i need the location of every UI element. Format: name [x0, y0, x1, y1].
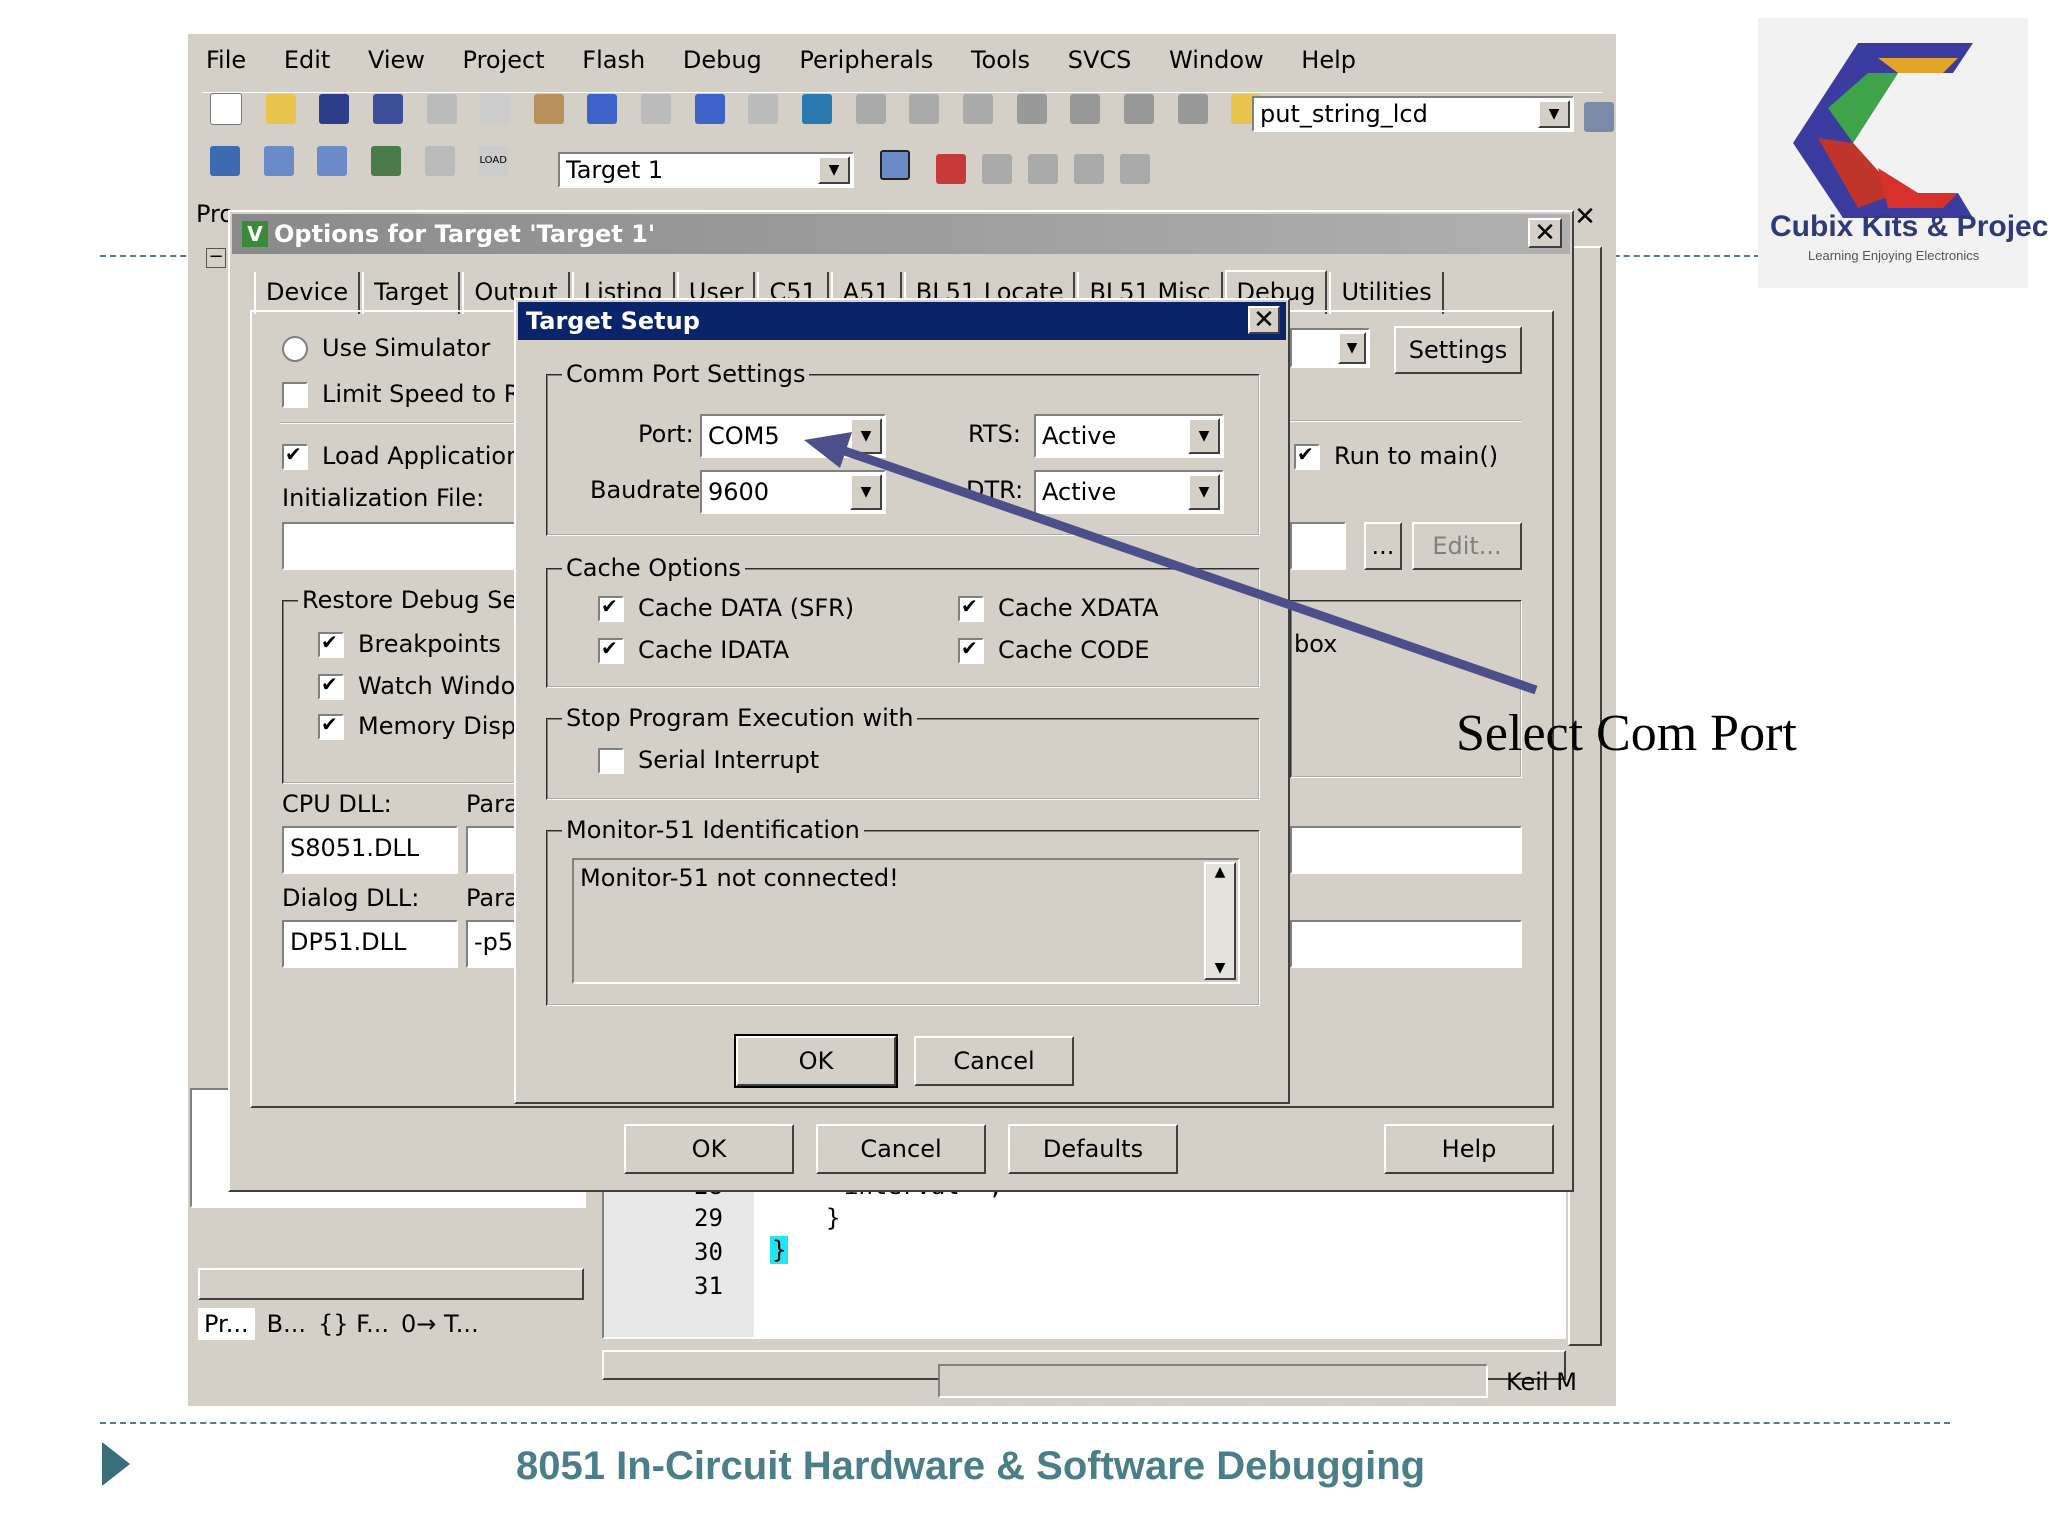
annotation-label: Select Com Port: [1456, 705, 1797, 762]
arrow-shaft: [834, 443, 1538, 695]
arrow-head-icon: [804, 432, 852, 468]
annotation-arrow: [804, 432, 1538, 695]
